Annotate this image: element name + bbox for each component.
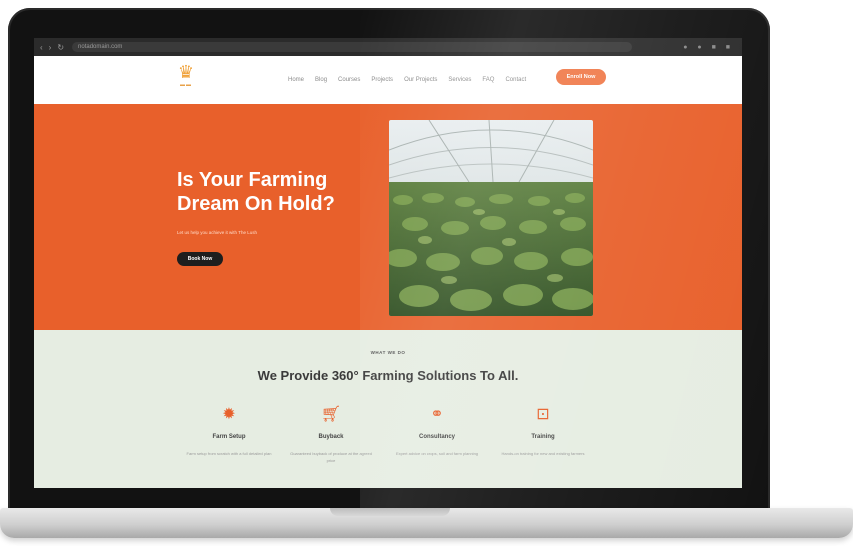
laptop-base-notch: [330, 508, 450, 516]
nav-blog[interactable]: Blog: [315, 77, 327, 83]
cart-icon: 🛒︎: [320, 406, 342, 423]
nav-our-projects[interactable]: Our Projects: [404, 77, 437, 83]
site-logo[interactable]: ♛ ▬▬: [170, 62, 202, 96]
hero-subtitle: Let us help you achieve it with The Lush: [177, 230, 257, 235]
nav-projects[interactable]: Projects: [371, 77, 393, 83]
logo-wordmark: ▬▬: [180, 82, 192, 88]
nav-faq[interactable]: FAQ: [482, 77, 494, 83]
address-bar[interactable]: notadomain.com: [72, 42, 633, 52]
services-section: WHAT WE DO We Provide 360° Farming Solut…: [34, 330, 742, 488]
book-now-button[interactable]: Book Now: [177, 252, 223, 266]
service-farm-setup[interactable]: ✹ Farm Setup Farm setup from scratch wit…: [184, 406, 274, 457]
service-description: Farm setup from scratch with a full deta…: [186, 451, 272, 456]
services-title: We Provide 360° Farming Solutions To All…: [257, 368, 519, 383]
services-kicker: WHAT WE DO: [370, 350, 406, 355]
hero-title: Is Your Farming Dream On Hold?: [177, 169, 335, 215]
reload-icon[interactable]: ↻: [57, 43, 64, 52]
service-name: Training: [531, 434, 555, 440]
crown-logo-icon: ♛: [177, 62, 195, 82]
nav-contact[interactable]: Contact: [505, 77, 526, 83]
service-name: Farm Setup: [212, 434, 246, 440]
service-training[interactable]: ⊡ Training Hands-on training for new and…: [498, 406, 588, 457]
nav-courses[interactable]: Courses: [338, 77, 360, 83]
service-buyback[interactable]: 🛒︎ Buyback Guaranteed buyback of produce…: [286, 406, 376, 464]
handshake-icon: ⚭: [430, 406, 444, 423]
nav-services[interactable]: Services: [448, 77, 471, 83]
service-name: Consultancy: [418, 434, 455, 440]
service-description: Guaranteed buyback of produce at the agr…: [290, 451, 372, 463]
service-description: Hands-on training for new and existing f…: [501, 451, 585, 456]
hero-section: Is Your Farming Dream On Hold? Let us he…: [34, 104, 742, 330]
nav-home[interactable]: Home: [288, 77, 304, 83]
presentation-icon: ⊡: [536, 406, 550, 423]
service-name: Buyback: [318, 434, 344, 440]
enroll-button[interactable]: Enroll Now: [556, 69, 606, 85]
browser-toolbar: ‹ › ↻ notadomain.com ● ● ■ ■: [34, 38, 742, 56]
forward-icon[interactable]: ›: [49, 43, 52, 52]
gear-icon: ✹: [222, 406, 236, 423]
main-nav: Home Blog Courses Projects Our Projects …: [288, 56, 526, 104]
site-header: ♛ ▬▬ Home Blog Courses Projects Our Proj…: [34, 56, 742, 104]
browser-extension-icons[interactable]: ● ● ■ ■: [683, 44, 734, 51]
back-icon[interactable]: ‹: [40, 43, 43, 52]
greenhouse-photo: [389, 120, 593, 316]
service-description: Expert advice on crops, soil and farm pl…: [395, 451, 479, 456]
service-consultancy[interactable]: ⚭ Consultancy Expert advice on crops, so…: [392, 406, 482, 457]
laptop-screen: ‹ › ↻ notadomain.com ● ● ■ ■ ♛ ▬▬ Home B…: [34, 38, 742, 488]
